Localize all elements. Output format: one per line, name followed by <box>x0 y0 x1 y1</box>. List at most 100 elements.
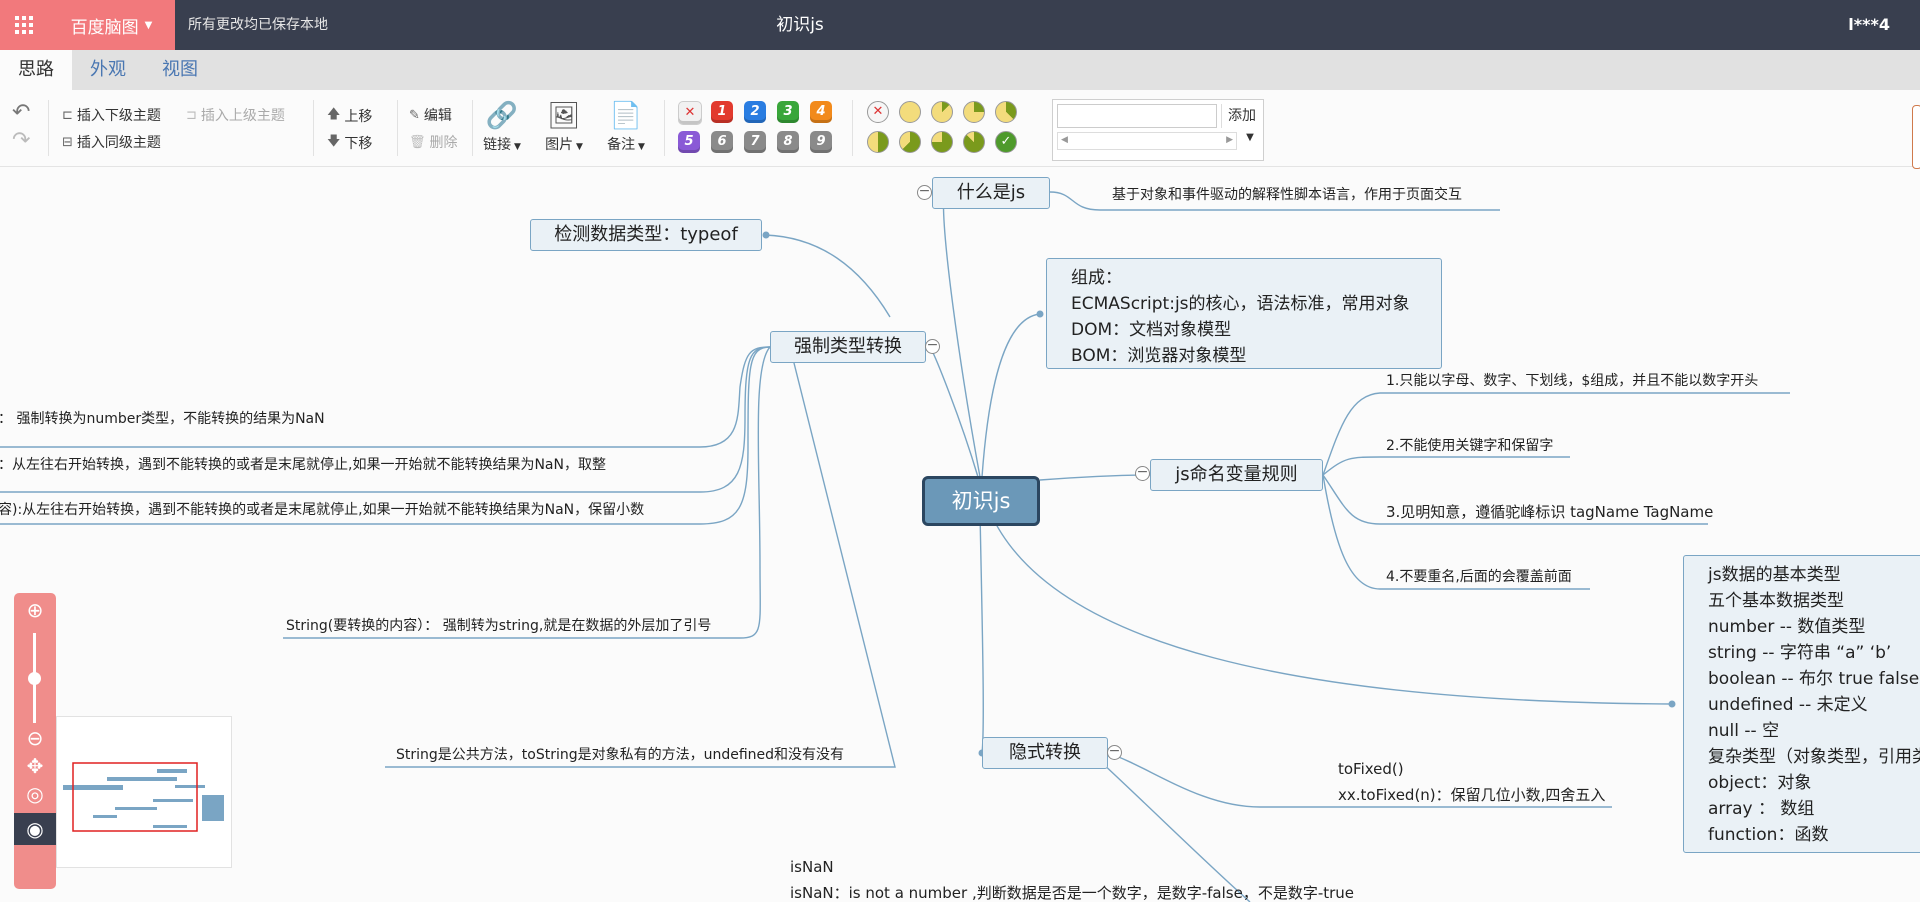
minimap-block <box>63 785 123 790</box>
progress-3-icon[interactable] <box>995 101 1017 123</box>
tab-appearance[interactable]: 外观 <box>72 50 144 90</box>
move-up-button[interactable]: 🡅 上移 <box>327 105 372 127</box>
node-naming-rule[interactable]: 2.不能使用关键字和保留字 <box>1386 435 1553 455</box>
redo-button[interactable]: ↷ <box>12 128 30 153</box>
tab-outline[interactable]: 思路 <box>0 50 72 90</box>
toolbar-divider <box>852 100 853 156</box>
minimap-viewport[interactable] <box>72 762 198 832</box>
insert-sibling-icon: ⊟ <box>62 134 73 150</box>
connector-line <box>385 346 896 768</box>
collapse-toggle[interactable]: − <box>925 338 940 354</box>
priority-1-button[interactable]: 1 <box>711 101 733 123</box>
root-node[interactable]: 初识js <box>922 476 1040 526</box>
data-type-line: js数据的基本类型 <box>1708 565 1841 585</box>
insert-parent-button[interactable]: ⊐ 插入上级主题 <box>186 105 285 125</box>
tag-input[interactable] <box>1057 104 1217 128</box>
priority-5-button[interactable]: 5 <box>678 131 700 153</box>
node-composition[interactable]: 组成： ECMAScript:js的核心，语法标准，常用对象 DOM：文档对象模… <box>1046 258 1442 369</box>
minimap-block <box>93 815 117 818</box>
tofixed-line: toFixed() <box>1338 760 1404 778</box>
tab-view[interactable]: 视图 <box>144 50 216 90</box>
node-force-item[interactable]: String是公共方法，toString是对象私有的方法，undefined和没… <box>396 744 844 764</box>
node-force-item[interactable]: 容):从左往右开始转换，遇到不能转换的或者是末尾就停止,如果一开始就不能转换结果… <box>0 499 644 519</box>
progress-0-icon[interactable] <box>899 101 921 123</box>
connector-dot <box>1036 310 1044 318</box>
node-implicit-conversion[interactable]: 隐式转换 <box>982 737 1108 769</box>
progress-7-icon[interactable] <box>963 131 985 153</box>
image-button[interactable]: 🖼 图片 ▼ <box>542 100 586 154</box>
insert-parent-label: 插入上级主题 <box>200 108 285 124</box>
progress-5-icon[interactable] <box>899 131 921 153</box>
node-naming-rule[interactable]: 1.只能以字母、数字、下划线，$组成，并且不能以数字开头 <box>1386 370 1758 390</box>
delete-button[interactable]: 🗑 删除 <box>409 132 458 152</box>
connector-dot <box>762 231 770 239</box>
zoom-slider-handle[interactable] <box>28 672 41 685</box>
insert-sibling-button[interactable]: ⊟ 插入同级主题 <box>62 132 161 152</box>
locate-root-button[interactable]: ◎ <box>24 783 46 805</box>
node-what-is-js[interactable]: 什么是js <box>932 177 1050 209</box>
progress-4-icon[interactable] <box>867 131 889 153</box>
document-title[interactable]: 初识js <box>700 0 900 50</box>
connector-dot <box>1668 700 1676 708</box>
progress-6-icon[interactable] <box>931 131 953 153</box>
priority-6-button[interactable]: 6 <box>711 131 733 153</box>
edit-button[interactable]: ✎ 编辑 <box>409 105 452 125</box>
node-naming-rule[interactable]: 3.见明知意，遵循驼峰标识 tagName TagName <box>1386 501 1713 522</box>
priority-7-button[interactable]: 7 <box>744 131 766 153</box>
scroll-left-icon[interactable]: ◀ <box>1061 135 1068 145</box>
tag-add-button[interactable]: 添加 <box>1221 104 1262 128</box>
zoom-in-button[interactable]: ⊕ <box>24 599 46 621</box>
node-tofixed[interactable]: toFixed() xx.toFixed(n)：保留几位小数,四舍五入 <box>1338 758 1605 810</box>
zoom-out-button[interactable]: ⊖ <box>24 727 46 749</box>
priority-3-button[interactable]: 3 <box>777 101 799 123</box>
tag-dropdown-button[interactable]: ▼ <box>1241 132 1259 150</box>
insert-child-button[interactable]: ⊏ 插入下级主题 <box>62 105 161 125</box>
node-force-item[interactable]: ：从左往右开始转换，遇到不能转换的或者是末尾就停止,如果一开始就不能转换结果为N… <box>0 454 606 474</box>
toggle-minimap-button[interactable]: ◉ <box>14 813 56 845</box>
remove-priority-button[interactable]: ✕ <box>678 101 702 125</box>
zoom-in-icon: ⊕ <box>26 598 44 622</box>
node-naming-rules[interactable]: js命名变量规则 <box>1150 459 1323 491</box>
collapse-toggle[interactable]: − <box>1107 744 1122 760</box>
undo-button[interactable]: ↶ <box>12 100 30 125</box>
link-button[interactable]: 🔗 链接 ▼ <box>480 100 524 154</box>
node-force-conversion[interactable]: 强制类型转换 <box>770 331 926 363</box>
node-isnan[interactable]: isNaN isNaN：is not a number ,判断数据是否是一个数字… <box>790 856 1354 902</box>
mindmap-canvas[interactable]: 初识js 什么是js − 基于对象和事件驱动的解释性脚本语言，作用于页面交互 组… <box>0 167 1920 902</box>
priority-2-button[interactable]: 2 <box>744 101 766 123</box>
priority-9-button[interactable]: 9 <box>810 131 832 153</box>
caret-down-icon: ▼ <box>144 19 153 31</box>
move-canvas-button[interactable]: ✥ <box>24 755 46 777</box>
minimap-preview <box>63 762 224 832</box>
note-button[interactable]: 📄 备注 ▼ <box>604 100 648 154</box>
remove-progress-button[interactable]: ✕ <box>867 101 889 123</box>
node-data-types[interactable]: js数据的基本类型 五个基本数据类型 number -- 数值类型 string… <box>1683 555 1920 853</box>
caret-down-icon: ▼ <box>1246 132 1254 143</box>
apps-menu-button[interactable] <box>0 0 48 50</box>
priority-4-button[interactable]: 4 <box>810 101 832 123</box>
progress-2-icon[interactable] <box>963 101 985 123</box>
tag-list[interactable]: ◀ ▶ <box>1057 132 1237 150</box>
progress-done-icon[interactable]: ✓ <box>995 131 1017 153</box>
collapse-toggle[interactable]: − <box>917 184 932 200</box>
node-typeof[interactable]: 检测数据类型：typeof <box>530 219 762 251</box>
scroll-right-icon[interactable]: ▶ <box>1226 135 1233 145</box>
brand-menu-button[interactable]: 百度脑图 ▼ <box>48 0 175 50</box>
node-force-item[interactable]: String(要转换的内容）： 强制转为string,就是在数据的外层加了引号 <box>286 615 711 635</box>
toolbar-scrollbar[interactable] <box>1912 105 1920 169</box>
priority-8-button[interactable]: 8 <box>777 131 799 153</box>
brand-label: 百度脑图 <box>70 17 139 38</box>
minimap[interactable] <box>56 716 232 868</box>
progress-1-icon[interactable] <box>931 101 953 123</box>
node-force-item[interactable]: ： 强制转换为number类型，不能转换的结果为NaN <box>0 408 325 428</box>
data-type-line: object：对象 <box>1708 773 1812 793</box>
move-down-button[interactable]: 🡇 下移 <box>327 132 372 154</box>
user-account[interactable]: l***4 <box>1848 0 1890 50</box>
connector-line <box>979 511 984 754</box>
node-naming-rule[interactable]: 4.不要重名,后面的会覆盖前面 <box>1386 566 1572 586</box>
node-what-is-js-desc[interactable]: 基于对象和事件驱动的解释性脚本语言，作用于页面交互 <box>1112 184 1462 204</box>
composition-line: ECMAScript:js的核心，语法标准，常用对象 <box>1071 294 1410 314</box>
connector-line <box>989 511 1673 705</box>
collapse-toggle[interactable]: − <box>1135 465 1150 481</box>
data-type-line: 五个基本数据类型 <box>1708 591 1844 611</box>
